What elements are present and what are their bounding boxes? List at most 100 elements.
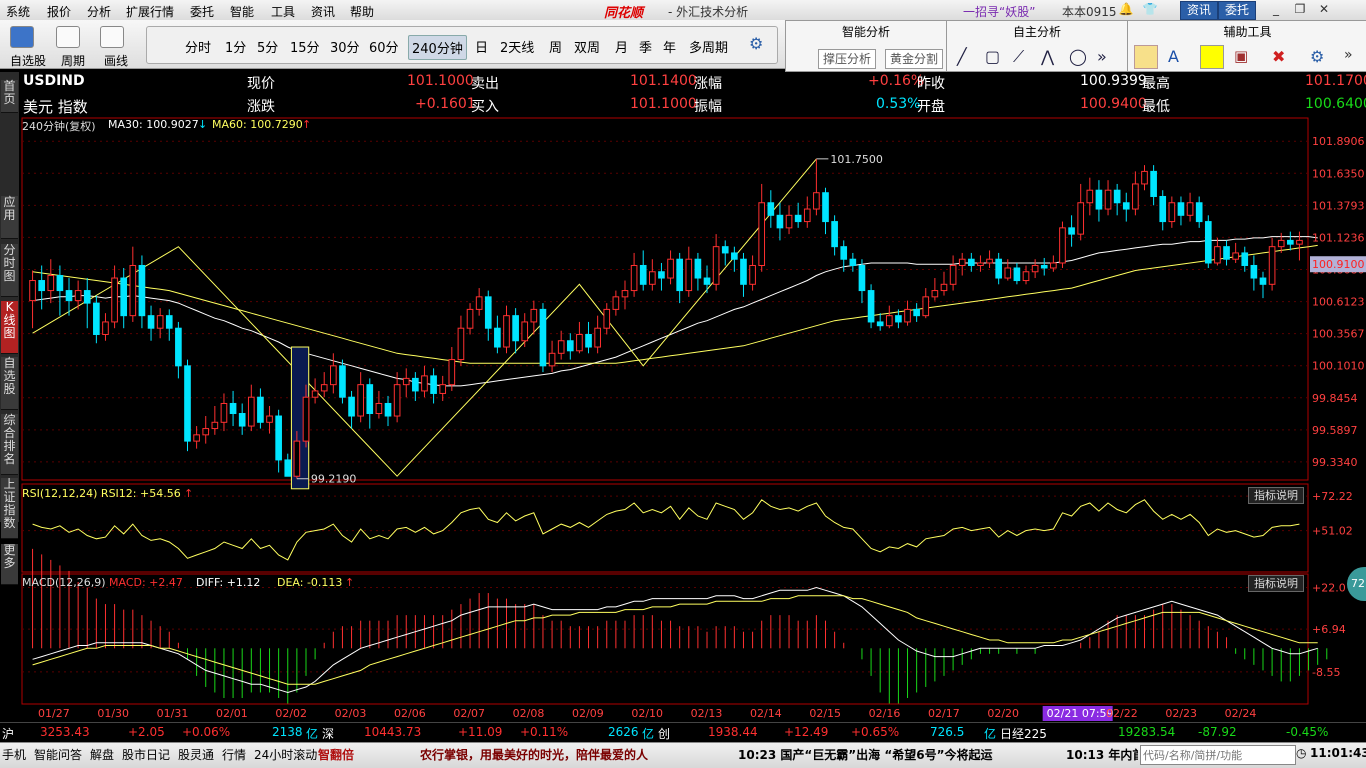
candle-body bbox=[393, 384, 401, 417]
candle bbox=[1013, 262, 1021, 285]
diary-link[interactable]: 股市日记 bbox=[122, 746, 170, 763]
candle-body bbox=[1104, 189, 1112, 210]
candle bbox=[175, 321, 182, 379]
candle-body bbox=[93, 302, 100, 335]
sz-unit: 亿 bbox=[642, 727, 655, 741]
candle bbox=[1204, 215, 1212, 268]
macd-arrow: ↑ bbox=[345, 576, 355, 589]
candle bbox=[1186, 192, 1194, 222]
candle bbox=[202, 416, 210, 444]
candle-body bbox=[913, 308, 920, 317]
x-tick-label: 02/09 bbox=[572, 707, 604, 720]
news-item-1[interactable]: 10:23 国产“巨无霸”出海 “希望6号”今将起运 bbox=[738, 746, 992, 763]
stock-tips-link[interactable]: 股灵通 bbox=[178, 746, 214, 763]
candle-body bbox=[776, 214, 784, 229]
candle bbox=[1104, 180, 1112, 216]
x-tick-label: 02/01 bbox=[216, 707, 248, 720]
candle bbox=[649, 259, 656, 291]
candle bbox=[603, 303, 611, 335]
candle bbox=[412, 372, 419, 401]
candle-body bbox=[330, 365, 337, 386]
candle-body bbox=[1141, 170, 1148, 185]
candle-body bbox=[348, 396, 355, 417]
rolling-news-link[interactable]: 24小时滚动 bbox=[254, 746, 317, 763]
candle bbox=[1250, 255, 1258, 291]
market-link[interactable]: 行情 bbox=[222, 746, 246, 763]
candle bbox=[512, 308, 519, 354]
rsi-indicator-help[interactable]: 指标说明 bbox=[1248, 487, 1304, 504]
candle-body bbox=[1159, 195, 1167, 223]
candle bbox=[1223, 240, 1230, 266]
candle-body bbox=[284, 459, 292, 477]
x-tick-label: 02/22 bbox=[1106, 707, 1138, 720]
candle-body bbox=[968, 258, 975, 266]
candle-body bbox=[767, 202, 775, 216]
candle-body bbox=[56, 275, 64, 292]
candle-body bbox=[65, 290, 73, 302]
candle-body bbox=[1287, 239, 1294, 245]
candle bbox=[494, 315, 501, 354]
candle-body bbox=[576, 333, 583, 352]
rsi-line bbox=[32, 499, 1300, 561]
nk-pct: -0.45% bbox=[1286, 725, 1329, 739]
candle bbox=[1268, 237, 1276, 291]
mobile-link[interactable]: 手机 bbox=[2, 746, 26, 763]
candle-body bbox=[120, 277, 128, 317]
candle-body bbox=[1268, 246, 1276, 285]
candle bbox=[831, 215, 838, 256]
candle-body bbox=[867, 290, 875, 323]
candle bbox=[530, 300, 538, 335]
kline-chart[interactable]: 101.8906101.6350101.3793101.1236100.8680… bbox=[0, 0, 1366, 722]
candle-body bbox=[512, 315, 519, 342]
qa-link[interactable]: 智能问答 bbox=[34, 746, 82, 763]
candle-body bbox=[412, 377, 419, 392]
macd-indicator-help[interactable]: 指标说明 bbox=[1248, 575, 1304, 592]
diff-value: DIFF: +1.12 bbox=[196, 576, 261, 589]
candle bbox=[147, 305, 155, 341]
candle-body bbox=[275, 415, 282, 461]
candle bbox=[922, 288, 930, 319]
candle-body bbox=[721, 246, 729, 254]
candle bbox=[102, 313, 109, 341]
news-item-2[interactable]: 10:13 年内首 bbox=[1066, 746, 1138, 763]
x-tick-label: 02/21 07:59 bbox=[1047, 707, 1114, 720]
y-tick-label: 101.3793 bbox=[1312, 199, 1365, 212]
candle-body bbox=[266, 415, 273, 423]
search-input[interactable] bbox=[1140, 745, 1296, 765]
candle bbox=[1296, 231, 1303, 261]
candle-body bbox=[1177, 202, 1185, 216]
candle-body bbox=[530, 308, 538, 323]
candle bbox=[521, 313, 529, 348]
candle-body bbox=[621, 290, 629, 298]
commentary-link[interactable]: 解盘 bbox=[90, 746, 114, 763]
candle-body bbox=[1150, 170, 1157, 197]
nk-change: -87.92 bbox=[1198, 725, 1237, 739]
candle bbox=[375, 390, 383, 419]
candle-body bbox=[667, 258, 674, 279]
dea-value: DEA: -0.113 bbox=[277, 576, 343, 589]
candle bbox=[940, 271, 948, 296]
news-ad[interactable]: 农行掌银，用最美好的时光，陪伴最爱的人 bbox=[420, 746, 648, 763]
y-tick-label: 100.6123 bbox=[1312, 296, 1365, 309]
candle-body bbox=[712, 246, 720, 285]
candle-body bbox=[940, 283, 948, 292]
x-tick-label: 02/02 bbox=[275, 707, 307, 720]
candle bbox=[229, 390, 237, 427]
y-tick-label: 101.8906 bbox=[1312, 135, 1365, 148]
candle bbox=[594, 315, 601, 354]
candle bbox=[639, 250, 647, 291]
candle bbox=[949, 255, 957, 291]
cy-value: 1938.44 bbox=[708, 725, 758, 739]
candle bbox=[1168, 196, 1176, 228]
candle-body bbox=[813, 192, 820, 210]
candle-body bbox=[949, 264, 957, 285]
x-tick-label: 02/06 bbox=[394, 707, 426, 720]
candle bbox=[658, 262, 665, 291]
x-tick-label: 02/17 bbox=[928, 707, 960, 720]
candle-body bbox=[1296, 239, 1303, 245]
candle-body bbox=[1040, 264, 1048, 269]
rsi-panel-frame bbox=[21, 483, 1309, 573]
candle bbox=[794, 202, 802, 228]
double-tag[interactable]: 智翻倍 bbox=[318, 746, 354, 763]
macd-prefix: MACD(12,26,9) bbox=[22, 576, 106, 589]
